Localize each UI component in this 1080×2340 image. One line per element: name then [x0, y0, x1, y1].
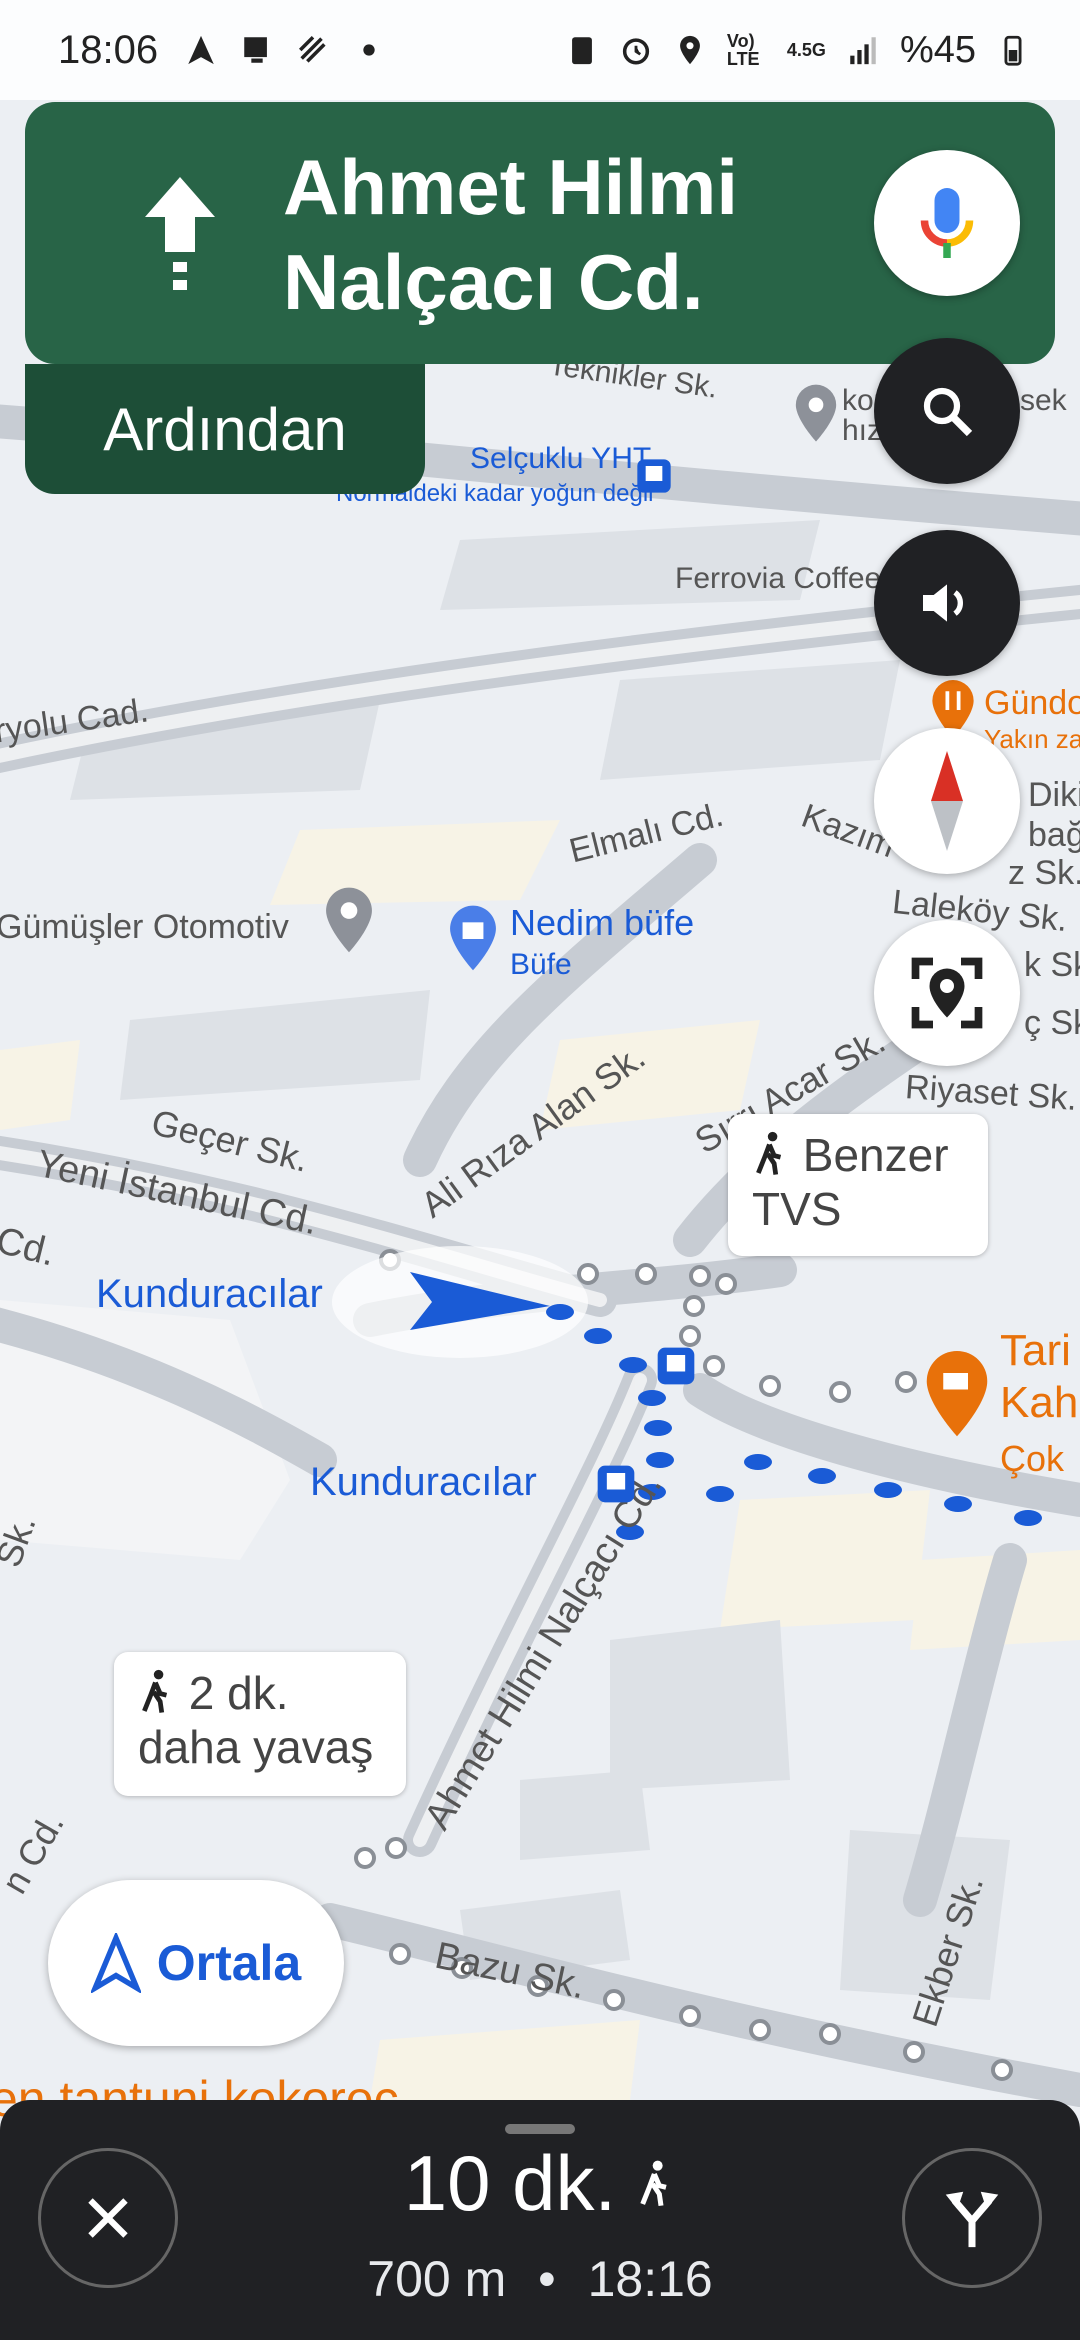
battery-icon [1004, 35, 1022, 66]
bus-stop-icon [657, 1347, 695, 1385]
clipboard-icon [571, 37, 592, 65]
distance-value: 700 m [367, 2251, 507, 2307]
arrow-up-icon [145, 177, 215, 290]
place-label: Gündo [984, 684, 1080, 722]
place-label: Diki [1028, 776, 1080, 814]
volte-label: Vo) LTE [726, 31, 760, 69]
place-label: Tari [1000, 1326, 1071, 1375]
place-label: Nedim büfe [510, 902, 695, 943]
street-label: ç Sk [1024, 1004, 1080, 1042]
place-label: Kunduracılar [96, 1272, 323, 1316]
status-time: 18:06 [58, 27, 159, 72]
bubble-text-1: 2 dk. [188, 1667, 289, 1719]
then-instruction-card[interactable]: Ardından [25, 364, 425, 494]
navigation-arrow-icon [90, 1933, 141, 1993]
compass-icon [931, 751, 963, 851]
alarm-icon [622, 38, 650, 65]
place-sub-label: Çok [1000, 1438, 1065, 1479]
shopping-bag-icon [450, 905, 496, 971]
navigation-icon [188, 35, 214, 65]
dot-icon [363, 44, 375, 56]
drag-handle[interactable] [505, 2124, 575, 2134]
microphone-icon [920, 188, 974, 258]
route-split-icon [945, 2191, 999, 2248]
place-label: sek [1020, 384, 1067, 417]
link-icon [299, 35, 326, 63]
place-label: Selçuklu YHT [470, 442, 652, 475]
location-icon [679, 35, 700, 65]
location-lens-button[interactable] [874, 920, 1020, 1066]
arrival-time: 18:16 [587, 2251, 713, 2307]
location-scan-icon [911, 957, 983, 1029]
search-button[interactable] [874, 338, 1020, 484]
screen-icon [244, 37, 268, 63]
bubble-text-2: daha yavaş [138, 1721, 374, 1773]
walking-icon [756, 1131, 782, 1175]
battery-percent: %45 [899, 28, 976, 71]
place-label: Ferrovia Coffee [675, 562, 882, 595]
trip-summary-sheet[interactable]: 10 dk. 700 m • 18:16 [0, 2100, 1080, 2340]
walking-icon [142, 1669, 168, 1713]
volume-icon [923, 584, 963, 622]
alternate-route-bubble[interactable]: Benzer TVS [728, 1114, 988, 1256]
next-street-name: Ahmet Hilmi Nalçacı Cd. [283, 143, 739, 326]
search-icon [923, 387, 973, 437]
place-sub-label: Büfe [510, 948, 572, 981]
place-label: Gümüşler Otomotiv [0, 908, 289, 946]
alternate-routes-button[interactable] [902, 2148, 1042, 2288]
street-label: z Sk. [1008, 854, 1080, 892]
then-label: Ardından [103, 395, 347, 463]
compass-button[interactable] [874, 728, 1020, 874]
bubble-text-1: Benzer [802, 1129, 949, 1181]
sound-button[interactable] [874, 530, 1020, 676]
place-pin-icon [326, 887, 372, 953]
separator: • [538, 2251, 556, 2307]
signal-icon [850, 37, 876, 65]
recenter-button[interactable]: Ortala [48, 1880, 344, 2046]
status-bar: 18:06 Vo) LTE 4.5G %45 [0, 0, 1080, 100]
place-label: bağ [1028, 816, 1080, 854]
bubble-text-2: TVS [752, 1183, 842, 1235]
alternate-route-bubble[interactable]: 2 dk. daha yavaş [114, 1652, 406, 1796]
voice-search-button[interactable] [874, 150, 1020, 296]
cafe-icon [926, 1351, 988, 1437]
duration-value: 10 dk. [403, 2139, 617, 2227]
walking-icon [640, 2160, 667, 2206]
place-label: Kunduracılar [310, 1460, 537, 1504]
network-label: 4.5G [786, 39, 826, 60]
tram-icon [597, 1465, 635, 1503]
street-label: k Sk. [1024, 946, 1080, 984]
place-label: Kah [1000, 1378, 1079, 1427]
place-pin-icon [795, 384, 837, 442]
recenter-label: Ortala [156, 1935, 302, 1991]
